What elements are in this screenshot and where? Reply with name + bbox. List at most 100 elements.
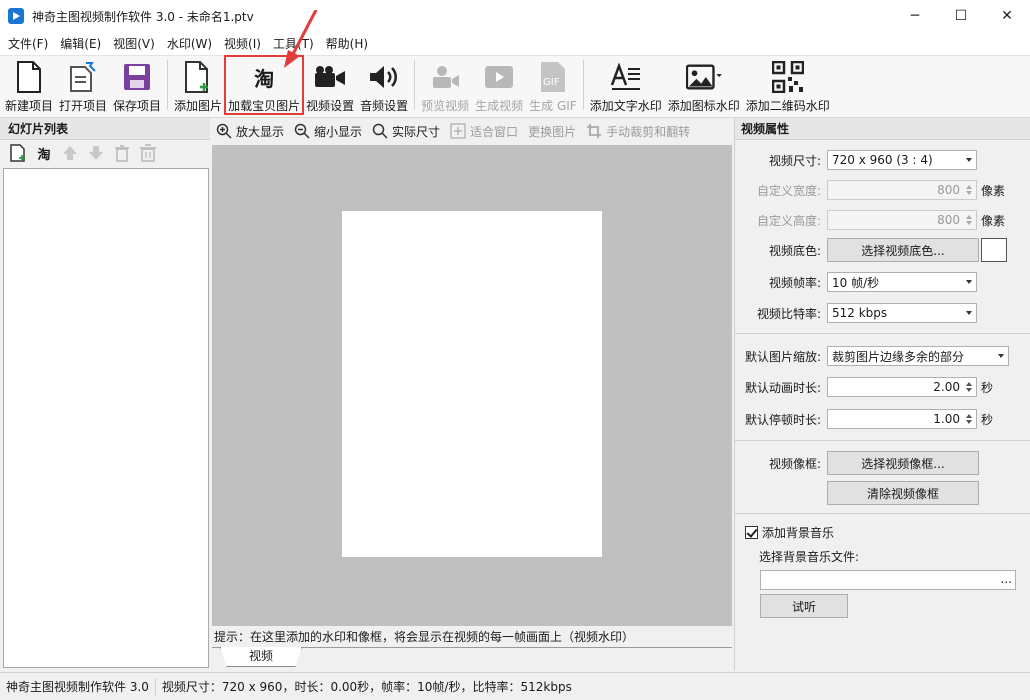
- zoom-in-button[interactable]: 放大显示: [216, 123, 284, 140]
- custom-width-input[interactable]: 800: [827, 180, 977, 200]
- slide-list-toolbar: 淘: [0, 140, 210, 166]
- add-icon-watermark-button[interactable]: 添加图标水印: [665, 56, 743, 114]
- properties-title: 视频属性: [735, 118, 1030, 140]
- manual-crop-button[interactable]: 手动裁剪和翻转: [586, 123, 690, 140]
- choose-frame-button[interactable]: 选择视频像框...: [827, 451, 979, 475]
- generate-gif-button[interactable]: GIF 生成 GIF: [526, 56, 580, 114]
- qr-code-icon: [770, 60, 806, 94]
- slide-list[interactable]: [3, 168, 209, 668]
- section-divider: [735, 333, 1030, 334]
- anim-duration-input[interactable]: 2.00: [827, 377, 977, 397]
- spin-down-icon[interactable]: [966, 388, 972, 392]
- audio-settings-button[interactable]: 音频设置: [357, 56, 411, 114]
- menu-watermark[interactable]: 水印(W): [161, 33, 218, 55]
- open-project-button[interactable]: 打开项目: [56, 56, 110, 114]
- menu-edit[interactable]: 编辑(E): [54, 33, 107, 55]
- video-size-row: 视频尺寸: 720 x 960 (3 : 4): [735, 148, 1030, 172]
- clear-frame-row: 清除视频像框: [735, 481, 1030, 505]
- add-text-watermark-button[interactable]: 添加文字水印: [587, 56, 665, 114]
- toolbar-separator: [167, 60, 169, 110]
- section-divider: [735, 513, 1030, 514]
- image-watermark-icon: [685, 60, 722, 94]
- annotation-arrow: [284, 10, 318, 68]
- bg-color-row: 视频底色: 选择视频底色...: [735, 238, 1030, 262]
- chevron-down-icon: [966, 311, 972, 315]
- taobao-slide-icon[interactable]: 淘: [34, 143, 54, 163]
- bitrate-select[interactable]: 512 kbps: [827, 303, 977, 323]
- frame-rate-row: 视频帧率: 10 帧/秒: [735, 270, 1030, 294]
- actual-size-icon: [372, 123, 388, 139]
- move-down-icon[interactable]: [86, 143, 106, 163]
- clear-frame-button[interactable]: 清除视频像框: [827, 481, 979, 505]
- play-video-icon: [481, 60, 517, 94]
- spin-down-icon[interactable]: [966, 221, 972, 225]
- window-controls: ─ ☐ ✕: [892, 0, 1030, 32]
- generate-video-button[interactable]: 生成视频: [472, 56, 526, 114]
- minimize-button[interactable]: ─: [892, 0, 938, 32]
- menu-view[interactable]: 视图(V): [107, 33, 161, 55]
- zoom-out-button[interactable]: 缩小显示: [294, 123, 362, 140]
- spin-up-icon[interactable]: [966, 185, 972, 189]
- zoom-in-icon: [216, 123, 232, 139]
- gif-icon: GIF: [535, 60, 571, 94]
- fit-window-icon: [450, 123, 466, 139]
- move-up-icon[interactable]: [60, 143, 80, 163]
- maximize-button[interactable]: ☐: [938, 0, 984, 32]
- close-button[interactable]: ✕: [984, 0, 1030, 32]
- chevron-down-icon: [998, 354, 1004, 358]
- window-title: 神奇主图视频制作软件 3.0 - 未命名1.ptv: [32, 9, 254, 24]
- spin-down-icon[interactable]: [966, 191, 972, 195]
- status-app: 神奇主图视频制作软件 3.0: [0, 677, 156, 696]
- bg-music-row: 添加背景音乐: [735, 520, 1030, 544]
- spin-up-icon[interactable]: [966, 414, 972, 418]
- menu-bar: 文件(F) 编辑(E) 视图(V) 水印(W) 视频(I) 工具(T) 帮助(H…: [0, 32, 1030, 56]
- menu-file[interactable]: 文件(F): [2, 33, 54, 55]
- toolbar-separator: [414, 60, 416, 110]
- custom-height-input[interactable]: 800: [827, 210, 977, 230]
- chevron-down-icon: [966, 158, 972, 162]
- add-slide-icon[interactable]: [8, 143, 28, 163]
- frame-rate-select[interactable]: 10 帧/秒: [827, 272, 977, 292]
- crop-icon: [587, 124, 602, 138]
- image-scale-select[interactable]: 裁剪图片边缘多余的部分: [827, 346, 1009, 366]
- clear-all-icon[interactable]: [138, 143, 158, 163]
- add-qr-watermark-button[interactable]: 添加二维码水印: [743, 56, 833, 114]
- delete-icon[interactable]: [112, 143, 132, 163]
- replace-image-button[interactable]: 更换图片: [528, 123, 576, 140]
- anim-duration-row: 默认动画时长: 2.00 秒: [735, 375, 1030, 399]
- hint-text: 提示：在这里添加的水印和像框，将会显示在视频的每一帧画面上（视频水印）: [214, 630, 635, 644]
- bitrate-row: 视频比特率: 512 kbps: [735, 301, 1030, 325]
- menu-video[interactable]: 视频(I): [218, 33, 267, 55]
- preview-video-button[interactable]: 预览视频: [418, 56, 472, 114]
- status-bar: 神奇主图视频制作软件 3.0 视频尺寸：720 x 960，时长：0.00秒，帧…: [0, 672, 1030, 700]
- bg-music-file-input[interactable]: ...: [760, 570, 1016, 590]
- spin-up-icon[interactable]: [966, 382, 972, 386]
- pause-duration-input[interactable]: 1.00: [827, 409, 977, 429]
- tab-strip: 视频: [212, 647, 732, 669]
- listen-button[interactable]: 试听: [760, 594, 848, 618]
- bg-music-checkbox[interactable]: [745, 525, 758, 539]
- browse-button[interactable]: ...: [1001, 572, 1012, 586]
- video-frame-page[interactable]: [342, 211, 602, 557]
- add-image-button[interactable]: 添加图片: [171, 56, 225, 114]
- zoom-out-icon: [294, 123, 310, 139]
- preview-canvas[interactable]: [212, 145, 732, 626]
- fit-window-button[interactable]: 适合窗口: [450, 123, 518, 140]
- save-project-button[interactable]: 保存项目: [110, 56, 164, 114]
- video-properties-panel: 视频属性 视频尺寸: 720 x 960 (3 : 4) 自定义宽度: 800 …: [734, 118, 1030, 671]
- tab-video[interactable]: 视频: [220, 647, 302, 667]
- actual-size-button[interactable]: 实际尺寸: [372, 123, 440, 140]
- custom-height-row: 自定义高度: 800 像素: [735, 208, 1030, 232]
- open-file-icon: [65, 60, 101, 94]
- text-watermark-icon: [608, 60, 644, 94]
- video-size-select[interactable]: 720 x 960 (3 : 4): [827, 150, 977, 170]
- choose-bg-color-button[interactable]: 选择视频底色...: [827, 238, 979, 262]
- speaker-icon: [366, 60, 402, 94]
- new-project-button[interactable]: 新建项目: [2, 56, 56, 114]
- spin-down-icon[interactable]: [966, 420, 972, 424]
- toolbar: 新建项目 打开项目 保存项目 添加图片 淘 加载宝贝图片 视频设置 音频设置 预…: [0, 55, 1030, 118]
- image-scale-row: 默认图片缩放: 裁剪图片边缘多余的部分: [735, 344, 1030, 368]
- video-frame-row: 视频像框: 选择视频像框...: [735, 451, 1030, 475]
- spin-up-icon[interactable]: [966, 215, 972, 219]
- bg-color-swatch[interactable]: [981, 238, 1007, 262]
